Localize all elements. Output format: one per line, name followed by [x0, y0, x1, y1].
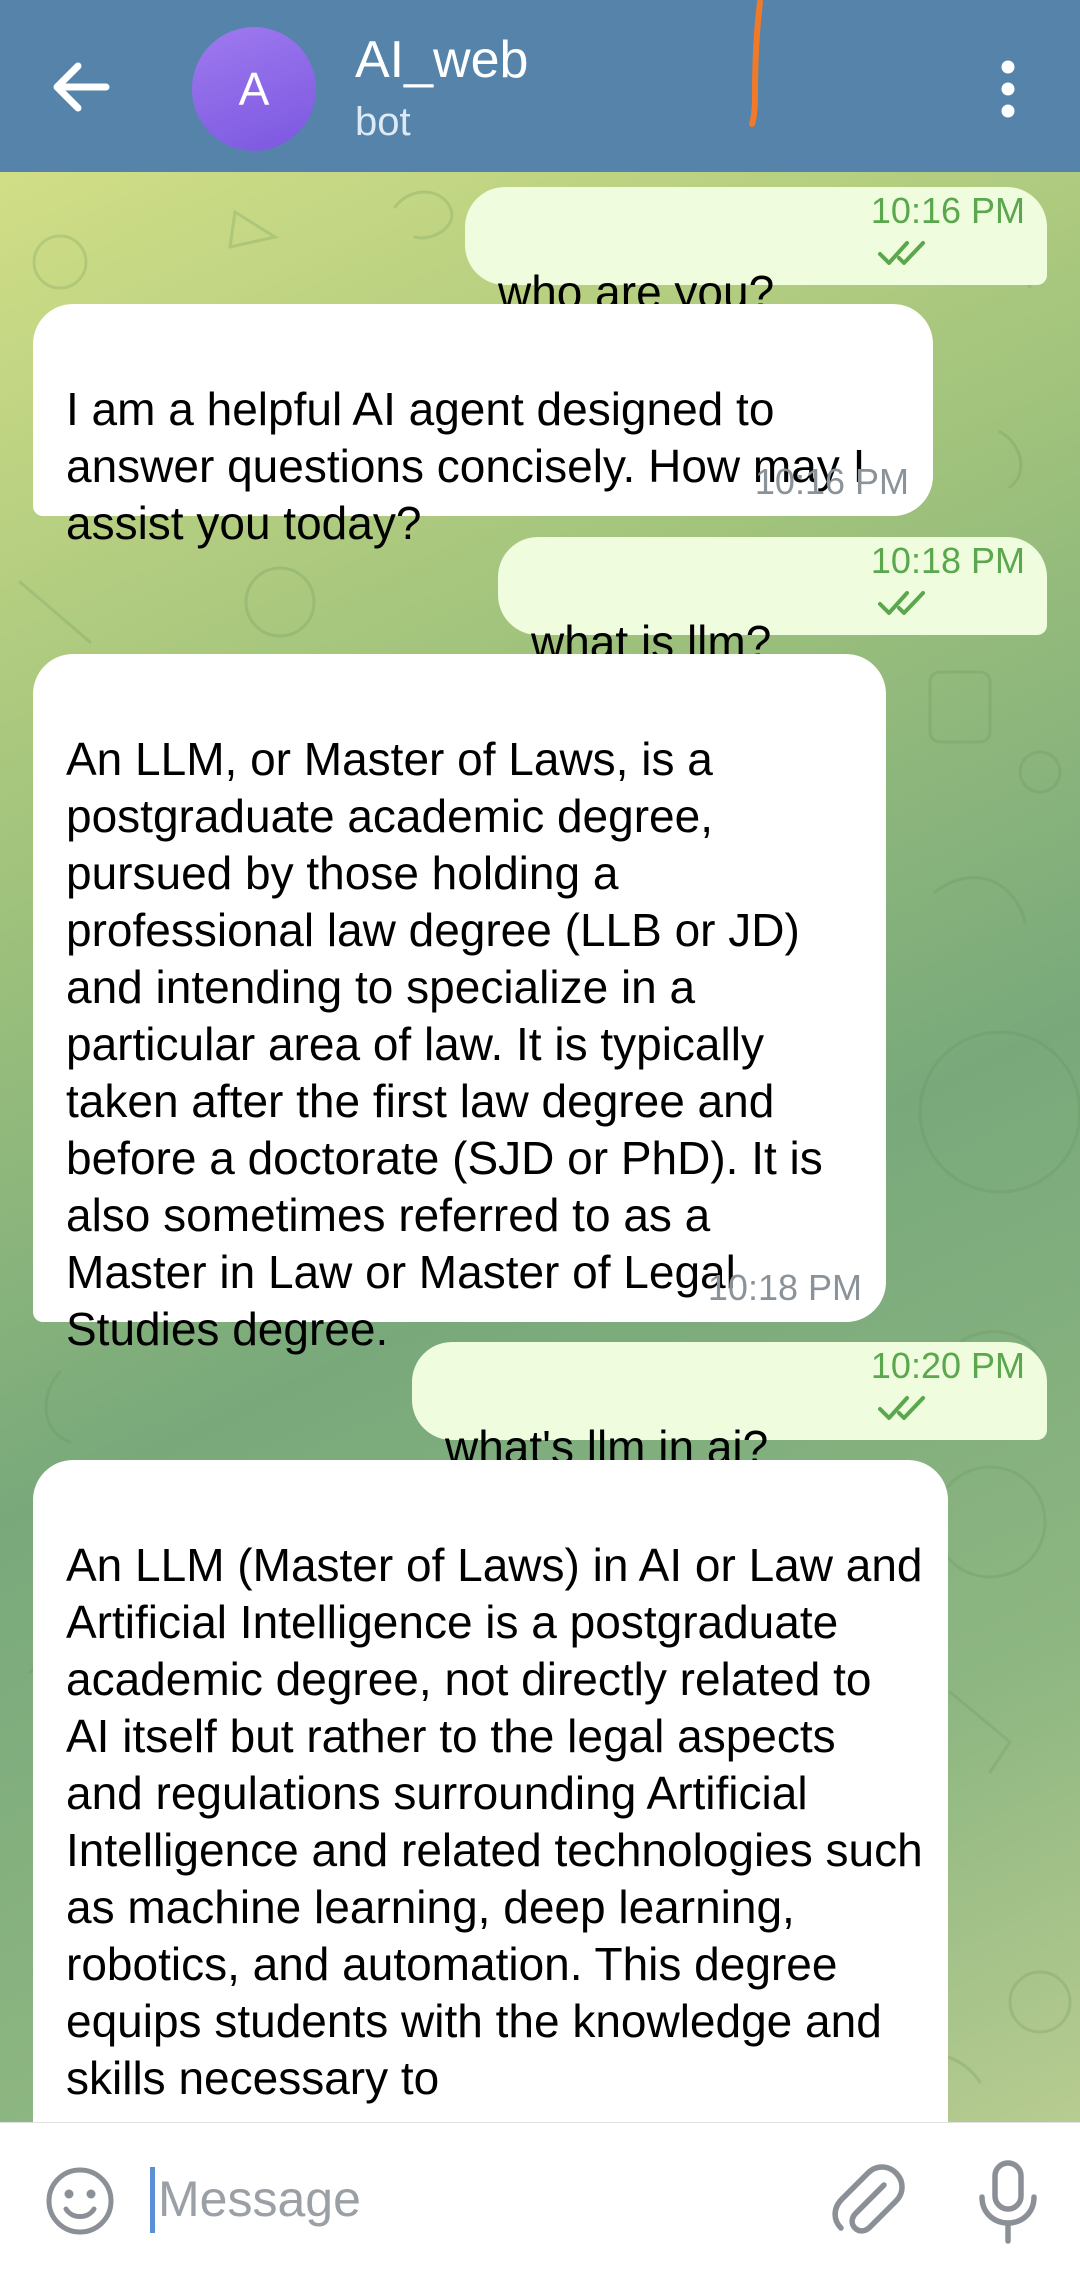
- message-incoming[interactable]: I am a helpful AI agent designed to answ…: [33, 304, 933, 549]
- double-check-icon: [877, 241, 925, 266]
- annotation-mark: [749, 0, 763, 127]
- attach-button[interactable]: [828, 2159, 910, 2241]
- more-vertical-icon: [1001, 60, 1015, 118]
- message-outgoing[interactable]: who are you? 10:16 PM: [465, 187, 1047, 318]
- message-meta: 10:18 PM: [871, 501, 1025, 621]
- message-incoming[interactable]: An LLM (Master of Laws) in AI or Law and…: [33, 1460, 948, 2122]
- message-outgoing[interactable]: what is llm? 10:18 PM: [498, 537, 1047, 668]
- chat-header: A AI_web bot: [0, 0, 1080, 172]
- message-time: 10:16 PM: [754, 461, 909, 502]
- chat-status: bot: [355, 100, 411, 144]
- message-time: 10:20 PM: [870, 1345, 1025, 1386]
- back-button[interactable]: [40, 46, 120, 126]
- message-time: 10:16 PM: [870, 190, 1025, 231]
- message-incoming[interactable]: An LLM, or Master of Laws, is a postgrad…: [33, 654, 886, 1355]
- paperclip-icon: [832, 2164, 905, 2234]
- arrow-left-icon: [53, 62, 110, 112]
- message-time: 10:18 PM: [707, 1267, 862, 1308]
- microphone-icon: [979, 2160, 1037, 2244]
- avatar[interactable]: A: [192, 27, 316, 151]
- more-menu-button[interactable]: [978, 50, 1038, 130]
- message-input[interactable]: Message: [158, 2170, 361, 2228]
- message-meta: 10:18 PM: [708, 1228, 862, 1308]
- smiley-icon: [46, 2167, 114, 2235]
- voice-record-button[interactable]: [970, 2157, 1046, 2247]
- message-meta: 10:20 PM: [871, 1306, 1025, 1426]
- text-cursor: [150, 2167, 155, 2233]
- message-time: 10:18 PM: [870, 540, 1025, 581]
- message-outgoing[interactable]: what's llm in ai? 10:20 PM: [412, 1342, 1047, 1473]
- chat-title[interactable]: AI_web: [355, 30, 528, 90]
- double-check-icon: [877, 591, 925, 616]
- message-composer: Message: [0, 2122, 1080, 2271]
- double-check-icon: [877, 1396, 925, 1421]
- emoji-button[interactable]: [42, 2163, 118, 2239]
- message-meta: 10:16 PM: [871, 172, 1025, 271]
- message-list[interactable]: who are you? 10:16 PM I am a helpful AI …: [0, 172, 1080, 2122]
- message-meta: 10:16 PM: [755, 422, 909, 502]
- message-text: An LLM (Master of Laws) in AI or Law and…: [66, 1539, 923, 2104]
